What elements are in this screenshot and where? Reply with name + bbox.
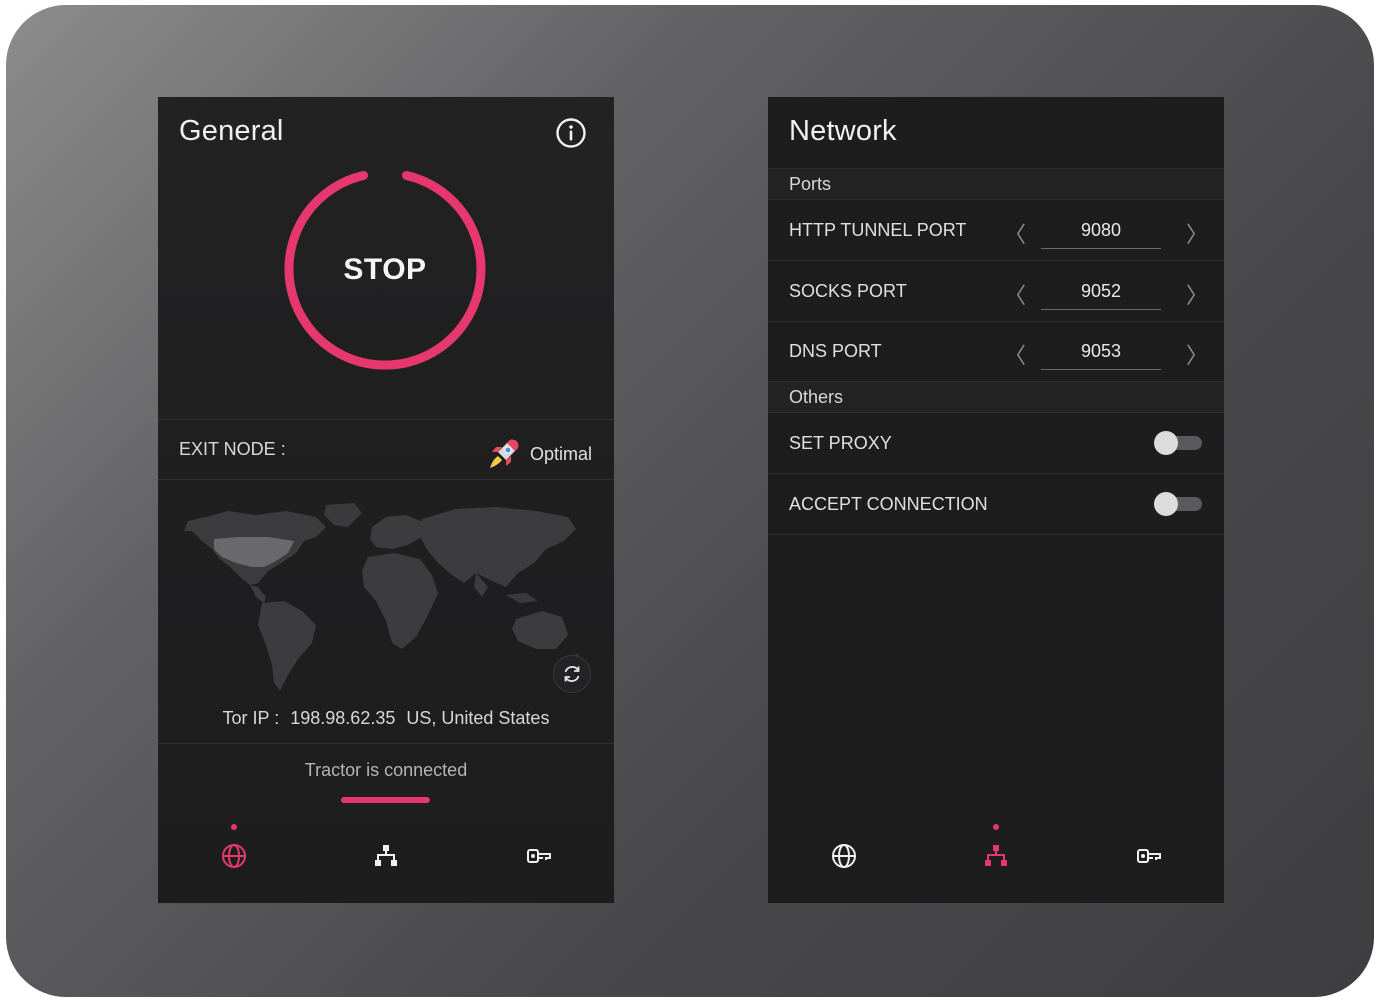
refresh-icon bbox=[564, 666, 580, 682]
decrement-arrow-icon[interactable]: 〈 bbox=[1004, 278, 1026, 310]
toggle-knob bbox=[1154, 431, 1178, 455]
accept-connection-label: ACCEPT CONNECTION bbox=[789, 494, 988, 514]
globe-icon bbox=[832, 844, 856, 868]
tab-network[interactable] bbox=[920, 815, 1072, 903]
accept-connection-row: ACCEPT CONNECTION bbox=[768, 474, 1224, 535]
tab-general[interactable] bbox=[158, 815, 310, 903]
active-tab-dot bbox=[993, 824, 999, 830]
toggle-knob bbox=[1154, 492, 1178, 516]
active-tab-dot bbox=[231, 824, 237, 830]
general-panel: General STOP EXIT NODE : Optimal Tor IP … bbox=[158, 97, 614, 903]
bottom-nav bbox=[158, 815, 614, 903]
socks-port-row: SOCKS PORT 〈 〉 bbox=[768, 261, 1224, 322]
tor-ip-value: 198.98.62.35 bbox=[290, 708, 396, 728]
tab-bridges[interactable] bbox=[1072, 815, 1224, 903]
increment-arrow-icon[interactable]: 〉 bbox=[1186, 278, 1208, 310]
tor-ip-label: Tor IP : bbox=[222, 708, 280, 728]
increment-arrow-icon[interactable]: 〉 bbox=[1186, 217, 1208, 249]
bottom-nav bbox=[768, 815, 1224, 903]
network-icon bbox=[985, 845, 1007, 866]
page-title: Network bbox=[789, 115, 897, 147]
http-tunnel-port-input[interactable] bbox=[1041, 212, 1161, 249]
globe-icon bbox=[222, 844, 246, 868]
section-header-label: Ports bbox=[789, 174, 832, 194]
network-icon bbox=[375, 845, 397, 866]
decrement-arrow-icon[interactable]: 〈 bbox=[1004, 217, 1026, 249]
network-panel: Network Ports HTTP TUNNEL PORT 〈 〉 SOCKS… bbox=[768, 97, 1224, 903]
dns-port-label: DNS PORT bbox=[789, 341, 882, 361]
accept-connection-toggle[interactable] bbox=[1154, 492, 1202, 516]
section-header-others: Others bbox=[768, 381, 1224, 413]
http-tunnel-port-row: HTTP TUNNEL PORT 〈 〉 bbox=[768, 200, 1224, 261]
tab-bridges[interactable] bbox=[462, 815, 614, 903]
socks-port-input[interactable] bbox=[1041, 273, 1161, 310]
set-proxy-label: SET PROXY bbox=[789, 433, 892, 453]
exit-node-selector[interactable]: Optimal bbox=[486, 436, 592, 472]
set-proxy-row: SET PROXY bbox=[768, 413, 1224, 474]
tor-ip-location: US, United States bbox=[406, 708, 550, 728]
socks-port-label: SOCKS PORT bbox=[789, 281, 907, 301]
divider bbox=[158, 479, 614, 480]
tab-network[interactable] bbox=[310, 815, 462, 903]
world-map bbox=[184, 503, 580, 691]
rocket-icon bbox=[489, 439, 519, 468]
set-proxy-toggle[interactable] bbox=[1154, 431, 1202, 455]
dns-port-row: DNS PORT 〈 〉 bbox=[768, 321, 1224, 382]
status-indicator-bar bbox=[341, 797, 430, 803]
exit-node-row: EXIT NODE : Optimal bbox=[158, 420, 614, 478]
key-icon bbox=[527, 849, 551, 863]
http-tunnel-port-label: HTTP TUNNEL PORT bbox=[789, 220, 967, 240]
tor-ip-line: Tor IP : 198.98.62.35 US, United States bbox=[158, 708, 614, 729]
key-icon bbox=[1137, 849, 1161, 863]
decrement-arrow-icon[interactable]: 〈 bbox=[1004, 338, 1026, 370]
exit-node-value: Optimal bbox=[529, 443, 592, 464]
refresh-ip-button[interactable] bbox=[553, 655, 591, 693]
increment-arrow-icon[interactable]: 〉 bbox=[1186, 338, 1208, 370]
info-icon[interactable] bbox=[555, 117, 587, 149]
tab-general[interactable] bbox=[768, 815, 920, 903]
section-header-ports: Ports bbox=[768, 168, 1224, 200]
page-title: General bbox=[179, 115, 284, 147]
dns-port-input[interactable] bbox=[1041, 333, 1161, 370]
exit-node-label: EXIT NODE : bbox=[179, 439, 286, 459]
divider bbox=[158, 743, 614, 744]
stop-button[interactable]: STOP bbox=[284, 169, 486, 371]
section-header-label: Others bbox=[789, 387, 844, 407]
connection-status: Tractor is connected bbox=[304, 760, 468, 780]
